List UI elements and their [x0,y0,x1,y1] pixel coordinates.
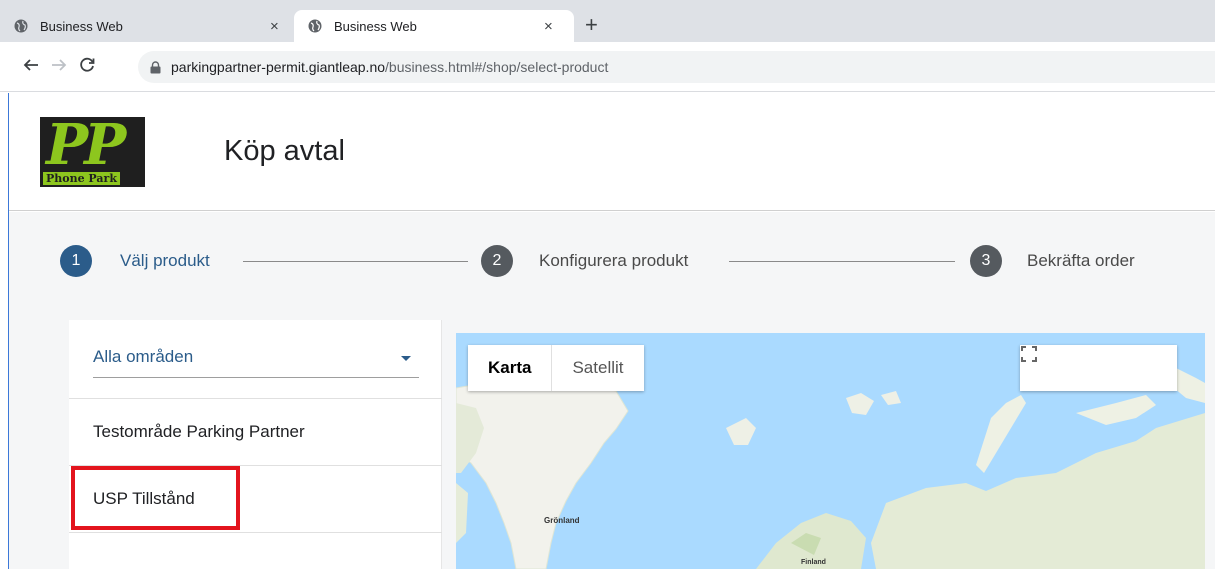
forward-arrow-icon[interactable] [50,56,68,74]
caret-down-icon[interactable] [401,356,411,361]
page-left-border [8,93,9,569]
close-icon[interactable]: × [270,18,279,35]
page-header: PP Phone Park Köp avtal [9,93,1215,211]
area-list-panel: Alla områden Testområde Parking Partner … [69,320,442,569]
step-connector [729,261,955,262]
area-select[interactable]: Alla områden [93,340,419,378]
close-icon[interactable]: × [544,18,553,35]
tab-strip: Business Web × Business Web × + [0,0,1215,42]
phone-park-logo[interactable]: PP Phone Park [40,117,145,187]
map[interactable]: Grönland Finland Karta Satellit [456,333,1205,569]
page: PP Phone Park Köp avtal 1 Välj produkt 2… [8,93,1215,569]
fullscreen-button[interactable] [1020,345,1177,391]
map-label-finland: Finland [801,559,826,566]
map-type-control: Karta Satellit [468,345,644,391]
address-bar: parkingpartner-permit.giantleap.no/busin… [0,42,1215,92]
url-input[interactable]: parkingpartner-permit.giantleap.no/busin… [138,51,1215,83]
step-connector [243,261,468,262]
browser-tab-active[interactable]: Business Web × [294,10,574,42]
step-1-label[interactable]: Välj produkt [120,251,210,271]
step-1-indicator[interactable]: 1 [60,245,92,277]
lock-icon[interactable] [150,60,161,74]
step-2-label[interactable]: Konfigurera produkt [539,251,688,271]
main-content: 1 Välj produkt 2 Konfigurera produkt 3 B… [9,212,1215,569]
globe-icon [308,19,322,33]
url-path: /business.html#/shop/select-product [385,59,609,75]
step-3-label[interactable]: Bekräfta order [1027,251,1135,271]
reload-icon[interactable] [78,56,96,74]
back-arrow-icon[interactable] [22,56,40,74]
logo-mark: PP [46,117,126,178]
browser-tab[interactable]: Business Web × [14,10,294,42]
highlight-box [71,466,240,530]
map-label-gronland: Grönland [544,516,580,525]
area-select-value: Alla områden [93,347,194,366]
logo-subtext: Phone Park [43,172,120,185]
globe-icon [14,19,28,33]
page-title: Köp avtal [224,135,345,167]
step-3-indicator[interactable]: 3 [970,245,1002,277]
plus-icon[interactable]: + [585,14,598,36]
url-host: parkingpartner-permit.giantleap.no [171,59,386,75]
divider [69,532,442,533]
map-type-satellit-button[interactable]: Satellit [552,345,643,391]
tab-title: Business Web [40,18,123,34]
step-2-indicator[interactable]: 2 [481,245,513,277]
tab-title: Business Web [334,18,417,34]
area-item-testomrade[interactable]: Testområde Parking Partner [93,422,305,442]
map-type-karta-button[interactable]: Karta [468,345,553,391]
fullscreen-icon [1021,346,1037,362]
divider [69,398,442,399]
